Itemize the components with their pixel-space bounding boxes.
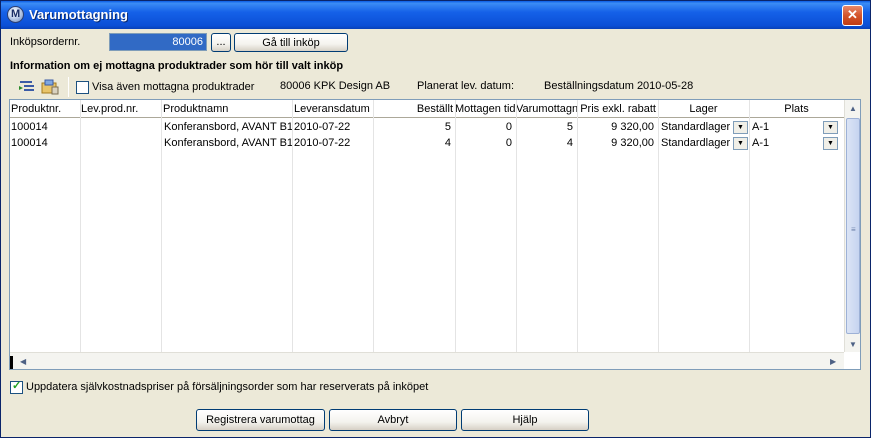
cell-price[interactable]: 9 320,00 bbox=[577, 135, 658, 151]
col-header-product-number[interactable]: Produktnr. bbox=[10, 100, 80, 118]
list-indent-icon[interactable] bbox=[18, 79, 36, 95]
update-cost-label: Uppdatera självkostnadspriser på försälj… bbox=[26, 381, 429, 393]
cell-warehouse[interactable]: Standardlager bbox=[661, 135, 732, 151]
browse-po-button[interactable]: ... bbox=[211, 33, 231, 52]
goto-purchase-button[interactable]: Gå till inköp bbox=[234, 33, 348, 52]
scroll-up-icon[interactable]: ▲ bbox=[849, 104, 857, 113]
cell-supplier-product-number[interactable] bbox=[81, 119, 161, 135]
cell-location[interactable]: A-1 bbox=[752, 119, 822, 135]
scroll-left-icon[interactable]: ◀ bbox=[20, 357, 26, 366]
col-divider bbox=[749, 100, 750, 352]
horizontal-scrollbar[interactable]: ◀ ▶ bbox=[10, 352, 844, 369]
col-divider bbox=[292, 100, 293, 352]
varumottagning-window: M Varumottagning ✕ Inköpsordernr. 80006 … bbox=[0, 0, 871, 438]
cell-product-name[interactable]: Konferansbord, AVANT B1 bbox=[164, 135, 292, 151]
vertical-scrollbar[interactable]: ▲ ≡ ▼ bbox=[844, 100, 860, 352]
location-dropdown-icon[interactable]: ▼ bbox=[823, 137, 838, 150]
col-header-location[interactable]: Plats bbox=[749, 100, 844, 118]
supplier-text: 80006 KPK Design AB bbox=[280, 80, 391, 92]
col-header-received-earlier[interactable]: Mottagen tidi bbox=[455, 100, 516, 118]
close-button[interactable]: ✕ bbox=[842, 5, 863, 26]
cell-receiving[interactable]: 4 bbox=[516, 135, 577, 151]
col-header-receiving[interactable]: Varumottagn bbox=[516, 100, 577, 118]
register-receipt-button[interactable]: Registrera varumottag bbox=[196, 409, 325, 431]
cancel-button[interactable]: Avbryt bbox=[329, 409, 457, 431]
location-dropdown-icon[interactable]: ▼ bbox=[823, 121, 838, 134]
col-header-warehouse[interactable]: Lager bbox=[658, 100, 749, 118]
show-received-label: Visa även mottagna produktrader bbox=[92, 81, 255, 93]
help-button[interactable]: Hjälp bbox=[461, 409, 589, 431]
order-date-text: Beställningsdatum 2010-05-28 bbox=[544, 80, 694, 92]
warehouse-dropdown-icon[interactable]: ▼ bbox=[733, 121, 748, 134]
col-header-price[interactable]: Pris exkl. rabatt bbox=[577, 100, 658, 118]
cell-delivery-date[interactable]: 2010-07-22 bbox=[294, 119, 373, 135]
po-label: Inköpsordernr. bbox=[10, 36, 81, 48]
cell-product-number[interactable]: 100014 bbox=[11, 135, 80, 151]
current-row-marker bbox=[10, 356, 13, 369]
cell-warehouse[interactable]: Standardlager bbox=[661, 119, 732, 135]
cell-price[interactable]: 9 320,00 bbox=[577, 119, 658, 135]
cell-location[interactable]: A-1 bbox=[752, 135, 822, 151]
cell-delivery-date[interactable]: 2010-07-22 bbox=[294, 135, 373, 151]
po-number-input[interactable]: 80006 bbox=[109, 33, 207, 51]
col-header-supplier-product-number[interactable]: Lev.prod.nr. bbox=[80, 100, 161, 118]
cell-ordered[interactable]: 5 bbox=[373, 119, 455, 135]
cell-product-name[interactable]: Konferansbord, AVANT B1 bbox=[164, 119, 292, 135]
col-header-delivery-date[interactable]: Leveransdatum bbox=[292, 100, 373, 118]
warehouse-dropdown-icon[interactable]: ▼ bbox=[733, 137, 748, 150]
col-header-product-name[interactable]: Produktnamn bbox=[161, 100, 292, 118]
cell-receiving[interactable]: 5 bbox=[516, 119, 577, 135]
toolbar-separator bbox=[68, 77, 69, 97]
cell-supplier-product-number[interactable] bbox=[81, 135, 161, 151]
scroll-down-icon[interactable]: ▼ bbox=[849, 340, 857, 349]
window-title: Varumottagning bbox=[29, 7, 128, 22]
product-folder-icon[interactable] bbox=[41, 79, 59, 95]
update-cost-checkbox[interactable] bbox=[10, 379, 23, 394]
col-divider bbox=[658, 100, 659, 352]
show-received-checkbox[interactable] bbox=[76, 81, 89, 94]
cell-product-number[interactable]: 100014 bbox=[11, 119, 80, 135]
title-bar[interactable]: M Varumottagning ✕ bbox=[1, 1, 870, 29]
cell-received-earlier[interactable]: 0 bbox=[455, 119, 516, 135]
planned-date-label: Planerat lev. datum: bbox=[417, 80, 515, 92]
scroll-grip-icon: ≡ bbox=[851, 225, 856, 234]
scroll-right-icon[interactable]: ▶ bbox=[830, 357, 836, 366]
col-header-ordered[interactable]: Beställt bbox=[373, 100, 455, 118]
cell-received-earlier[interactable]: 0 bbox=[455, 135, 516, 151]
vertical-scroll-thumb[interactable]: ≡ bbox=[846, 118, 860, 334]
app-icon: M bbox=[7, 6, 24, 23]
section-title: Information om ej mottagna produktrader … bbox=[10, 60, 344, 72]
product-rows-grid[interactable]: Produktnr. Lev.prod.nr. Produktnamn Leve… bbox=[9, 99, 861, 370]
cell-ordered[interactable]: 4 bbox=[373, 135, 455, 151]
col-divider bbox=[161, 100, 162, 352]
